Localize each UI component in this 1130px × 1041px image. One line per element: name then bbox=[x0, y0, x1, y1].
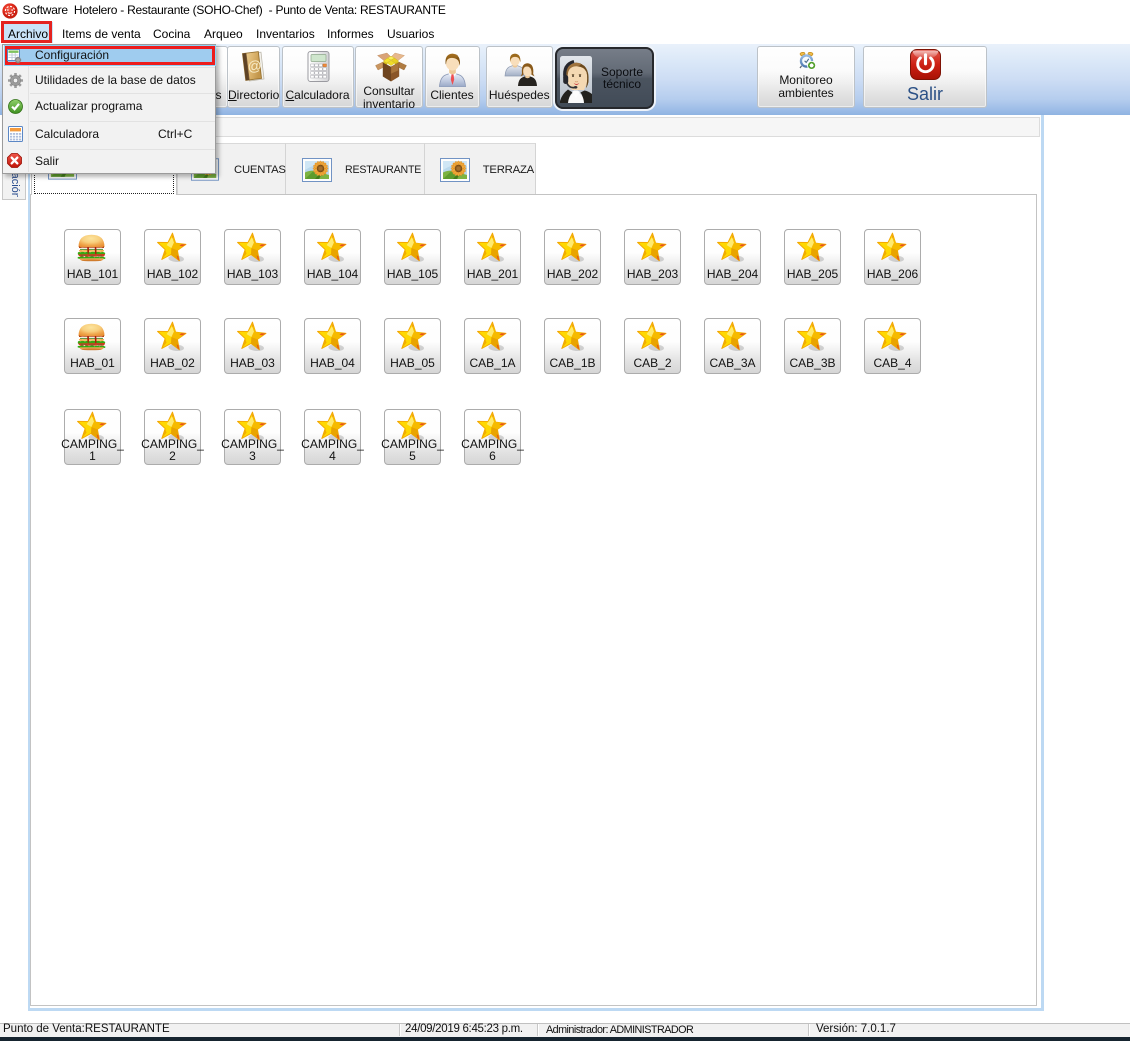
svg-text:@: @ bbox=[247, 57, 263, 75]
